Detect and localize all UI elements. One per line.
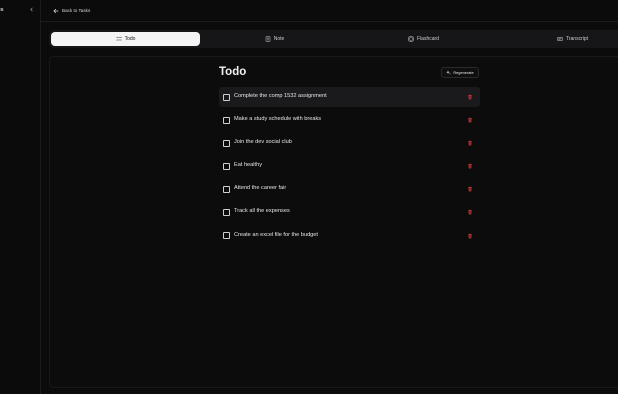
delete-todo-button[interactable] (466, 163, 473, 170)
todo-item: Join the dev social club (219, 133, 480, 153)
app: es Back to Tasks Todo Note (0, 0, 618, 394)
trash-icon (467, 210, 472, 215)
trash-icon (467, 164, 472, 169)
todo-text: Complete the comp 1532 assignment (234, 93, 327, 99)
todo-text: Create an excel file for the budget (234, 231, 318, 238)
delete-todo-button[interactable] (466, 232, 473, 239)
todo-text: Track all the expenses (234, 208, 290, 215)
chevron-left-icon (29, 7, 33, 11)
sidebar: es (0, 0, 41, 394)
todo-item: Track all the expenses (219, 202, 480, 222)
tab-label: Transcript (565, 36, 589, 42)
tab-note[interactable]: Note (200, 32, 349, 46)
back-to-tasks-link[interactable]: Back to Tasks (53, 6, 90, 15)
todo-checkbox[interactable] (223, 162, 230, 170)
trash-icon (467, 94, 472, 100)
todo-text: Join the dev social club (234, 139, 292, 146)
trash-icon (467, 141, 472, 146)
transcript-icon (557, 37, 563, 41)
delete-todo-button[interactable] (466, 186, 473, 193)
todo-checkbox[interactable] (223, 139, 230, 147)
page-title: Todo (219, 66, 247, 78)
todo-checkbox[interactable] (223, 232, 230, 240)
view-tabs: Todo Note Flashcard Transcript (49, 30, 618, 48)
tab-label: Flashcard (417, 36, 439, 42)
trash-icon (467, 233, 472, 238)
delete-todo-button[interactable] (466, 117, 473, 124)
trash-icon (467, 118, 472, 123)
todo-item: Complete the comp 1532 assignment (219, 87, 480, 107)
todo-text: Eat healthy (234, 162, 262, 169)
todo-item: Create an excel file for the budget (219, 226, 480, 246)
todo-checkbox[interactable] (223, 116, 230, 124)
collapse-sidebar-button[interactable] (27, 5, 35, 13)
tab-todo[interactable]: Todo (51, 32, 200, 46)
top-bar: Back to Tasks (41, 0, 618, 22)
todo-item: Eat healthy (219, 156, 480, 176)
arrow-left-icon (53, 8, 59, 13)
todo-list: Complete the comp 1532 assignment Make a… (219, 87, 480, 249)
regenerate-button[interactable]: Regenerate (441, 67, 479, 78)
todo-checkbox[interactable] (223, 185, 230, 193)
trash-icon (467, 187, 472, 192)
regenerate-label: Regenerate (453, 70, 474, 75)
back-label: Back to Tasks (62, 8, 91, 13)
tab-label: Note (273, 36, 285, 42)
todo-checkbox[interactable] (223, 208, 230, 216)
note-icon (265, 36, 270, 42)
todo-text: Attend the career fair (234, 185, 287, 192)
sidebar-title: es (0, 7, 4, 13)
flashcard-icon (408, 36, 414, 42)
delete-todo-button[interactable] (466, 94, 473, 101)
tab-label: Todo (124, 36, 136, 42)
todo-text: Make a study schedule with breaks (234, 116, 322, 123)
sparkles-icon (446, 70, 452, 75)
todo-checkbox[interactable] (223, 93, 230, 101)
tab-transcript[interactable]: Transcript (498, 32, 618, 46)
tab-flashcard[interactable]: Flashcard (349, 32, 498, 46)
delete-todo-button[interactable] (466, 209, 473, 216)
todo-item: Make a study schedule with breaks (219, 110, 480, 130)
delete-todo-button[interactable] (466, 140, 473, 147)
todo-item: Attend the career fair (219, 179, 480, 199)
list-check-icon (115, 36, 122, 41)
